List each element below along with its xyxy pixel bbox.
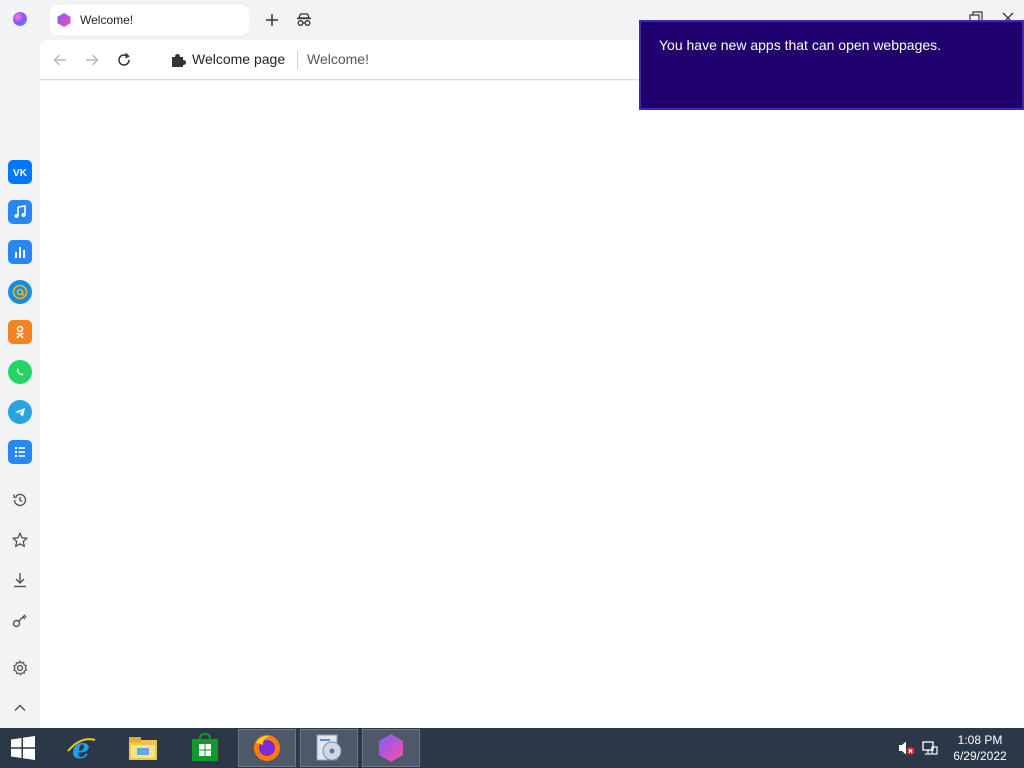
address-separator: [297, 50, 298, 70]
page-content: [40, 81, 1024, 728]
plus-icon: [266, 14, 278, 26]
download-icon: [14, 573, 26, 588]
chevron-up-icon: [14, 704, 26, 712]
ok-icon: [16, 325, 24, 339]
sidebar-app-music[interactable]: [8, 200, 32, 224]
reload-button[interactable]: [114, 50, 134, 70]
clock-date: 6/29/2022: [953, 749, 1007, 763]
sidebar-app-vk[interactable]: VK: [8, 160, 32, 184]
arrow-right-icon: [86, 54, 99, 66]
svg-text:e: e: [72, 732, 90, 765]
key-icon: [12, 614, 27, 628]
media-center-icon: [316, 734, 342, 761]
list-icon: [14, 446, 25, 458]
browser-logo-icon[interactable]: [13, 12, 27, 26]
telegram-icon: [15, 408, 25, 417]
sidebar: VK: [0, 0, 40, 728]
tab-title: Welcome!: [80, 13, 134, 27]
sidebar-app-tasks[interactable]: [8, 440, 32, 464]
settings-button[interactable]: [10, 658, 30, 678]
taskbar-media-center[interactable]: [300, 729, 358, 767]
system-clock[interactable]: 1:08 PM 6/29/2022: [940, 732, 1020, 764]
sidebar-app-whatsapp[interactable]: [8, 360, 32, 384]
forward-button[interactable]: [82, 50, 102, 70]
gear-icon: [13, 660, 28, 676]
browser-window: VK Welcome! Welcome page Welcome! You ha…: [0, 0, 1024, 728]
reload-icon: [118, 52, 130, 66]
whatsapp-icon: [17, 368, 24, 376]
arrow-left-icon: [53, 54, 66, 66]
back-button[interactable]: [50, 50, 70, 70]
bookmarks-button[interactable]: [10, 530, 30, 550]
sidebar-app-telegram[interactable]: [8, 400, 32, 424]
downloads-button[interactable]: [10, 570, 30, 590]
atom-favicon-icon: [57, 13, 71, 27]
svg-text:VK: VK: [13, 168, 28, 179]
network-icon[interactable]: [921, 740, 939, 756]
tab-welcome[interactable]: Welcome!: [50, 5, 249, 35]
notification-toast[interactable]: You have new apps that can open webpages…: [639, 20, 1024, 110]
star-icon: [12, 532, 28, 548]
incognito-icon: [297, 13, 311, 26]
bar-chart-icon: [15, 247, 25, 258]
history-icon: [13, 493, 27, 507]
taskbar-internet-explorer[interactable]: e: [52, 729, 110, 767]
windows-start-icon[interactable]: [8, 736, 38, 760]
taskbar: e 1:08 PM 6/29/2022: [0, 728, 1024, 768]
notification-text: You have new apps that can open webpages…: [659, 37, 942, 53]
vk-icon: VK: [13, 168, 28, 179]
sidebar-app-stats[interactable]: [8, 240, 32, 264]
taskbar-store[interactable]: [176, 729, 234, 767]
clock-time: 1:08 PM: [957, 733, 1003, 747]
file-explorer-icon: [129, 737, 157, 760]
incognito-button[interactable]: [293, 9, 315, 31]
music-note-icon: [14, 205, 26, 218]
passwords-button[interactable]: [10, 610, 30, 630]
address-page-title[interactable]: Welcome!: [307, 51, 369, 67]
history-button[interactable]: [10, 490, 30, 510]
address-site-label[interactable]: Welcome page: [192, 51, 285, 67]
new-tab-button[interactable]: [261, 9, 283, 31]
at-sign-icon: [12, 284, 28, 300]
sidebar-app-mail[interactable]: [8, 280, 32, 304]
volume-muted-icon[interactable]: [897, 740, 915, 756]
internet-explorer-icon: e: [67, 732, 96, 765]
collapse-sidebar-button[interactable]: [10, 698, 30, 718]
firefox-icon: [254, 735, 280, 761]
taskbar-firefox[interactable]: [238, 729, 296, 767]
taskbar-atom-browser[interactable]: [362, 729, 420, 767]
taskbar-file-explorer[interactable]: [114, 729, 172, 767]
atom-browser-icon: [379, 734, 403, 762]
extension-puzzle-icon: [172, 54, 186, 67]
sidebar-app-odnoklassniki[interactable]: [8, 320, 32, 344]
store-icon: [192, 732, 218, 761]
